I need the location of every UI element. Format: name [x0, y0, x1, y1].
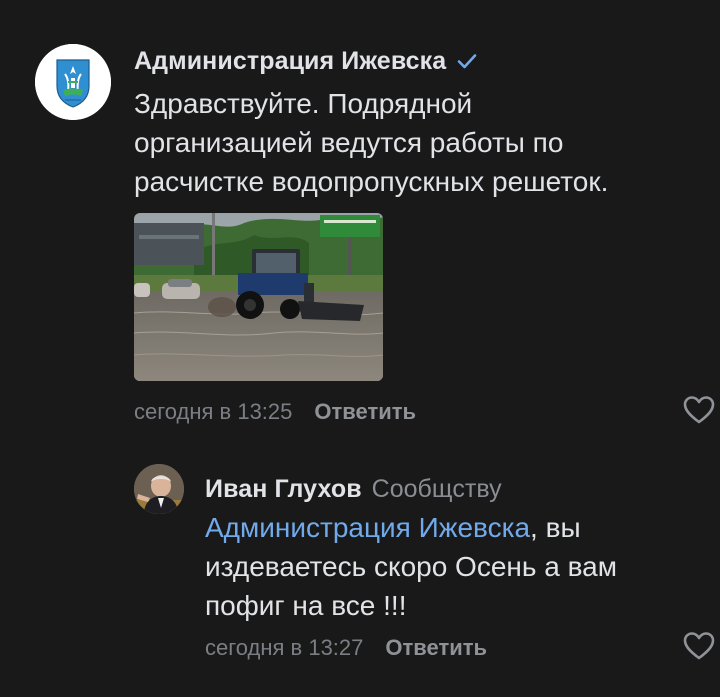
verified-check-icon — [456, 50, 478, 72]
avatar-ivan[interactable] — [134, 464, 184, 514]
mention-link[interactable]: Администрация Ижевска — [205, 512, 530, 543]
heart-outline-icon — [683, 396, 715, 424]
like-button[interactable] — [682, 630, 716, 662]
comment-text: Здравствуйте. Подрядной организацией вед… — [134, 88, 609, 197]
like-button[interactable] — [682, 394, 716, 426]
reply-target-label: Сообщству — [371, 474, 502, 503]
comment-text: Администрация Ижевска, вы издеваетесь ск… — [205, 508, 710, 625]
comment-meta: сегодня в 13:27 Ответить — [205, 632, 487, 664]
tractor-in-flooded-street-image — [134, 213, 383, 381]
avatar-administration[interactable] — [35, 44, 111, 120]
heart-outline-icon — [683, 632, 715, 660]
reply-button[interactable]: Ответить — [385, 635, 487, 661]
comment-author-name[interactable]: Администрация Ижевска — [134, 47, 446, 76]
izhevsk-coat-of-arms-icon — [35, 44, 111, 120]
comment-administration: Администрация Ижевска Здравствуйте. Подр… — [0, 0, 720, 450]
comment-ivan: Иван Глухов Сообщству Администрация Ижев… — [0, 450, 720, 697]
comment-meta: сегодня в 13:25 Ответить — [134, 396, 416, 428]
comment-author-name[interactable]: Иван Глухов — [205, 475, 362, 504]
comment-date[interactable]: сегодня в 13:27 — [205, 635, 363, 661]
comment-date[interactable]: сегодня в 13:25 — [134, 399, 292, 425]
reply-button[interactable]: Ответить — [314, 399, 416, 425]
comments-thread: Администрация Ижевска Здравствуйте. Подр… — [0, 0, 720, 697]
user-photo-icon — [134, 464, 184, 514]
comment-photo-attachment[interactable] — [134, 213, 383, 381]
